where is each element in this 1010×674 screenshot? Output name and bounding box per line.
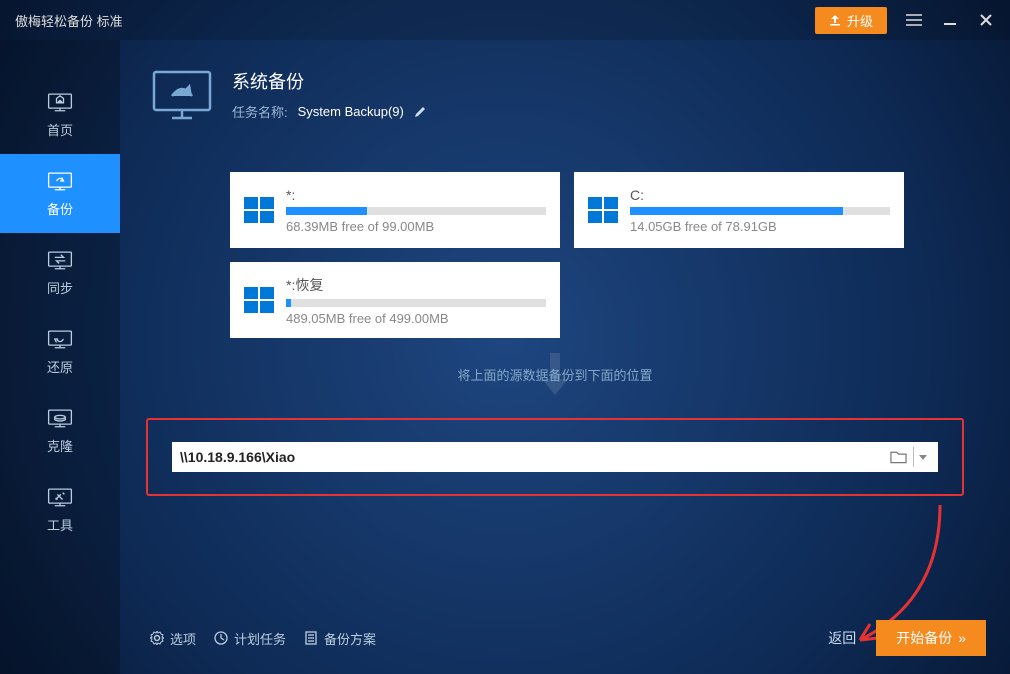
upload-icon [829, 14, 841, 26]
drive-card[interactable]: *: 68.39MB free of 99.00MB [230, 172, 560, 248]
gear-icon [150, 631, 164, 645]
drive-usage-bar [630, 207, 890, 215]
main-panel: 系统备份 任务名称: System Backup(9) *: 68.39MB fr… [120, 40, 1010, 674]
drive-list: *: 68.39MB free of 99.00MB C: 14.05GB free … [230, 172, 960, 338]
scheme-link[interactable]: 备份方案 [304, 629, 376, 648]
chevron-right-icon: » [958, 630, 966, 646]
schedule-link[interactable]: 计划任务 [214, 629, 286, 648]
menu-icon[interactable] [905, 11, 923, 29]
nav-backup[interactable]: 备份 [0, 154, 120, 233]
nav-sync[interactable]: 同步 [0, 233, 120, 312]
drive-card[interactable]: *:恢复 489.05MB free of 499.00MB [230, 262, 560, 338]
drive-usage-bar [286, 299, 546, 307]
options-label: 选项 [170, 629, 196, 648]
drive-info: *: 68.39MB free of 99.00MB [286, 187, 546, 234]
schedule-label: 计划任务 [234, 629, 286, 648]
chevron-down-icon [919, 455, 927, 460]
folder-icon [890, 450, 907, 464]
task-name-row: 任务名称: System Backup(9) [232, 102, 427, 121]
nav-label: 首页 [47, 120, 73, 139]
arrow-caption: 将上面的源数据备份到下面的位置 [457, 365, 652, 384]
page-header: 系统备份 任务名称: System Backup(9) [150, 68, 960, 122]
drive-card[interactable]: C: 14.05GB free of 78.91GB [574, 172, 904, 248]
app-title: 傲梅轻松备份 标准 [15, 11, 123, 30]
close-button[interactable] [977, 11, 995, 29]
scheme-icon [304, 631, 318, 645]
browse-button[interactable] [890, 447, 914, 467]
start-label: 开始备份 [896, 628, 952, 648]
page-title: 系统备份 [232, 68, 427, 94]
nav-home[interactable]: 首页 [0, 75, 120, 154]
drive-free-text: 14.05GB free of 78.91GB [630, 219, 890, 234]
options-link[interactable]: 选项 [150, 629, 196, 648]
drive-free-text: 489.05MB free of 499.00MB [286, 311, 546, 326]
windows-icon [244, 197, 274, 223]
drive-usage-bar [286, 207, 546, 215]
destination-input-wrap [172, 442, 938, 472]
drive-label: *:恢复 [286, 275, 546, 295]
footer: 选项 计划任务 备份方案 返回 开始备份 » [150, 620, 986, 656]
nav-restore[interactable]: 还原 [0, 312, 120, 391]
nav-label: 还原 [47, 357, 73, 376]
start-backup-button[interactable]: 开始备份 » [876, 620, 986, 656]
clock-icon [214, 631, 228, 645]
drive-label: C: [630, 187, 890, 203]
sidebar: 首页 备份 同步 还原 克隆 工具 [0, 40, 120, 674]
arrow-section: 将上面的源数据备份到下面的位置 [150, 353, 960, 413]
nav-clone[interactable]: 克隆 [0, 391, 120, 470]
back-button[interactable]: 返回 [828, 628, 856, 648]
titlebar-controls: 升级 [815, 7, 995, 34]
destination-dropdown[interactable] [916, 455, 930, 460]
windows-icon [244, 287, 274, 313]
drive-info: *:恢复 489.05MB free of 499.00MB [286, 275, 546, 326]
nav-label: 工具 [47, 515, 73, 534]
upgrade-button[interactable]: 升级 [815, 7, 887, 34]
nav-label: 同步 [47, 278, 73, 297]
windows-icon [588, 197, 618, 223]
drive-free-text: 68.39MB free of 99.00MB [286, 219, 546, 234]
task-value: System Backup(9) [298, 104, 404, 119]
destination-highlight [146, 418, 964, 496]
drive-info: C: 14.05GB free of 78.91GB [630, 187, 890, 234]
upgrade-label: 升级 [847, 11, 873, 30]
titlebar: 傲梅轻松备份 标准 升级 [0, 0, 1010, 40]
system-backup-icon [150, 68, 214, 122]
destination-input[interactable] [180, 449, 890, 465]
task-label: 任务名称: [232, 102, 288, 121]
scheme-label: 备份方案 [324, 629, 376, 648]
nav-tools[interactable]: 工具 [0, 470, 120, 549]
drive-label: *: [286, 187, 546, 203]
nav-label: 克隆 [47, 436, 73, 455]
edit-icon[interactable] [414, 105, 427, 118]
minimize-button[interactable] [941, 11, 959, 29]
nav-label: 备份 [47, 199, 73, 218]
